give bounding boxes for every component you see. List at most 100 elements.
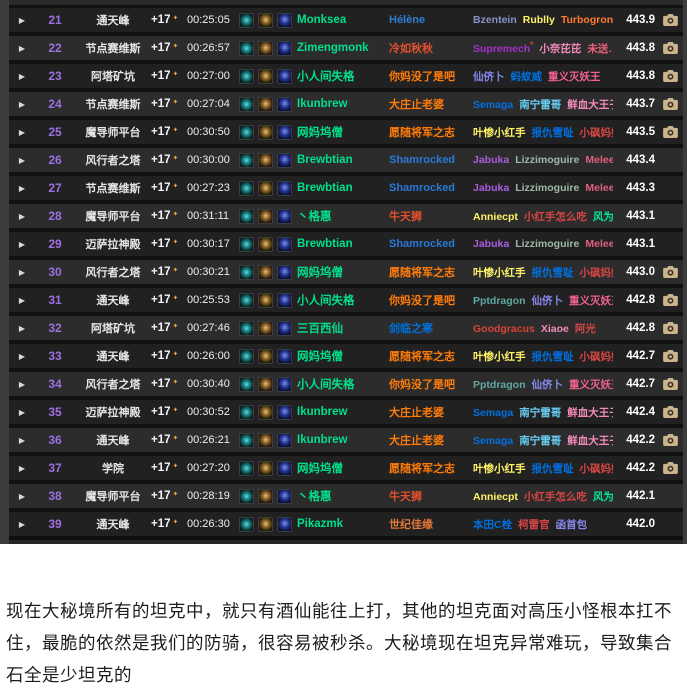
table-row[interactable]: ▶ 22 节点赛维斯 +17✦ 00:26:57 Zimengmonk 冷如秋秋…	[9, 36, 683, 60]
dps-player-name[interactable]: Supremech*	[473, 43, 533, 55]
tank-player-name[interactable]: 网妈坞僧	[297, 348, 389, 364]
dps-player-name[interactable]: 蚂蚁威	[511, 71, 543, 83]
dps-player-name[interactable]: 叶惨小红手	[473, 463, 526, 475]
bronze-bolt-affix-icon[interactable]	[258, 489, 273, 504]
table-row[interactable]: ▶ 36 通天峰 +17✦ 00:26:21 Ikunbrew 大庄止老婆 Se…	[9, 428, 683, 452]
tank-player-name[interactable]: Brewbtian	[297, 182, 389, 194]
dps-player-name[interactable]: 小红手怎么吃	[524, 491, 587, 503]
bronze-bolt-affix-icon[interactable]	[258, 237, 273, 252]
dps-player-name[interactable]: Semaga	[473, 435, 513, 447]
dps-player-name[interactable]: Jabuka	[473, 154, 509, 166]
expand-arrow-icon[interactable]: ▶	[9, 100, 35, 109]
healer-player-name[interactable]: 你妈没了是吧	[389, 68, 473, 84]
healer-player-name[interactable]: 你妈没了是吧	[389, 376, 473, 392]
dps-player-name[interactable]: Pptdragon	[473, 379, 526, 391]
cyan-skull-affix-icon[interactable]	[239, 461, 254, 476]
cyan-skull-affix-icon[interactable]	[239, 293, 254, 308]
tank-player-name[interactable]: 网妈坞僧	[297, 460, 389, 476]
tank-player-name[interactable]: 丶格惠	[297, 208, 389, 224]
dps-player-name[interactable]: 小红手怎么吃	[524, 211, 587, 223]
dps-player-name[interactable]: 鲜血大王子	[567, 99, 613, 111]
tank-player-name[interactable]: 小人间失格	[297, 292, 389, 308]
healer-player-name[interactable]: Hélène	[389, 14, 473, 26]
cyan-skull-affix-icon[interactable]	[239, 433, 254, 448]
cyan-skull-affix-icon[interactable]	[239, 237, 254, 252]
expand-arrow-icon[interactable]: ▶	[9, 72, 35, 81]
table-row[interactable]: ▶ 27 节点赛维斯 +17✦ 00:27:23 Brewbtian Shamr…	[9, 176, 683, 200]
bronze-bolt-affix-icon[interactable]	[258, 97, 273, 112]
dps-player-name[interactable]: Lizzimoguire	[515, 154, 579, 166]
night-star-affix-icon[interactable]	[277, 41, 292, 56]
dungeon-name[interactable]: 节点赛维斯	[75, 40, 151, 56]
dungeon-name[interactable]: 魔导师平台	[75, 208, 151, 224]
night-star-affix-icon[interactable]	[277, 69, 292, 84]
dps-player-name[interactable]: 小砜妈妈	[580, 127, 614, 139]
dungeon-name[interactable]: 风行者之塔	[75, 376, 151, 392]
bronze-bolt-affix-icon[interactable]	[258, 321, 273, 336]
expand-arrow-icon[interactable]: ▶	[9, 436, 35, 445]
dungeon-name[interactable]: 通天峰	[75, 516, 151, 532]
bronze-bolt-affix-icon[interactable]	[258, 209, 273, 224]
dungeon-name[interactable]: 阿塔矿坑	[75, 320, 151, 336]
dps-player-name[interactable]: 叶惨小红手	[473, 351, 526, 363]
video-link[interactable]	[657, 154, 683, 166]
dungeon-name[interactable]: 魔导师平台	[75, 124, 151, 140]
expand-arrow-icon[interactable]: ▶	[9, 128, 35, 137]
dps-player-name[interactable]: 风为	[593, 211, 613, 223]
night-star-affix-icon[interactable]	[277, 153, 292, 168]
bronze-bolt-affix-icon[interactable]	[258, 153, 273, 168]
dps-player-name[interactable]: 南宁雷哥	[519, 435, 561, 447]
tank-player-name[interactable]: 丶格惠	[297, 488, 389, 504]
night-star-affix-icon[interactable]	[277, 489, 292, 504]
expand-arrow-icon[interactable]: ▶	[9, 296, 35, 305]
dps-player-name[interactable]: 小砜妈妈	[580, 351, 614, 363]
dps-player-name[interactable]: Goodgracus	[473, 323, 535, 335]
night-star-affix-icon[interactable]	[277, 321, 292, 336]
dps-player-name[interactable]: 南宁雷哥	[519, 99, 561, 111]
cyan-skull-affix-icon[interactable]	[239, 153, 254, 168]
healer-player-name[interactable]: 冷如秋秋	[389, 40, 473, 56]
night-star-affix-icon[interactable]	[277, 265, 292, 280]
expand-arrow-icon[interactable]: ▶	[9, 156, 35, 165]
tank-player-name[interactable]: 小人间失格	[297, 68, 389, 84]
night-star-affix-icon[interactable]	[277, 237, 292, 252]
dungeon-name[interactable]: 通天峰	[75, 12, 151, 28]
expand-arrow-icon[interactable]: ▶	[9, 464, 35, 473]
night-star-affix-icon[interactable]	[277, 209, 292, 224]
dungeon-name[interactable]: 节点赛维斯	[75, 180, 151, 196]
dps-player-name[interactable]: Lizzimoguire	[515, 238, 579, 250]
bronze-bolt-affix-icon[interactable]	[258, 181, 273, 196]
cyan-skull-affix-icon[interactable]	[239, 405, 254, 420]
bronze-bolt-affix-icon[interactable]	[258, 377, 273, 392]
night-star-affix-icon[interactable]	[277, 405, 292, 420]
dps-player-name[interactable]: 仙侪卜	[473, 71, 505, 83]
dps-player-name[interactable]: Lizzimoguire	[515, 182, 579, 194]
dps-player-name[interactable]: 柯雷官	[518, 519, 550, 531]
healer-player-name[interactable]: Shamrocked	[389, 154, 473, 166]
cyan-skull-affix-icon[interactable]	[239, 377, 254, 392]
healer-player-name[interactable]: Shamrocked	[389, 182, 473, 194]
tank-player-name[interactable]: Ikunbrew	[297, 406, 389, 418]
cyan-skull-affix-icon[interactable]	[239, 489, 254, 504]
healer-player-name[interactable]: Shamrocked	[389, 238, 473, 250]
night-star-affix-icon[interactable]	[277, 461, 292, 476]
table-row[interactable]: ▶ 30 风行者之塔 +17✦ 00:30:21 网妈坞僧 愿随将军之志 叶惨小…	[9, 260, 683, 284]
cyan-skull-affix-icon[interactable]	[239, 265, 254, 280]
video-link[interactable]	[657, 210, 683, 222]
bronze-bolt-affix-icon[interactable]	[258, 293, 273, 308]
healer-player-name[interactable]: 愿随将军之志	[389, 460, 473, 476]
video-link[interactable]	[657, 98, 683, 110]
dungeon-name[interactable]: 风行者之塔	[75, 152, 151, 168]
dps-player-name[interactable]: 函首包	[556, 519, 588, 531]
healer-player-name[interactable]: 剑临之寒	[389, 320, 473, 336]
tank-player-name[interactable]: 小人间失格	[297, 376, 389, 392]
dps-player-name[interactable]: 叶惨小红手	[473, 267, 526, 279]
dps-player-name[interactable]: 未送…	[587, 43, 613, 55]
table-row[interactable]: ▶ 23 阿塔矿坑 +17✦ 00:27:00 小人间失格 你妈没了是吧 仙侪卜…	[9, 64, 683, 88]
dungeon-name[interactable]: 学院	[75, 460, 151, 476]
video-link[interactable]	[657, 182, 683, 194]
dps-player-name[interactable]: 小奈芘芘	[539, 43, 581, 55]
tank-player-name[interactable]: 网妈坞僧	[297, 124, 389, 140]
expand-arrow-icon[interactable]: ▶	[9, 492, 35, 501]
night-star-affix-icon[interactable]	[277, 517, 292, 532]
